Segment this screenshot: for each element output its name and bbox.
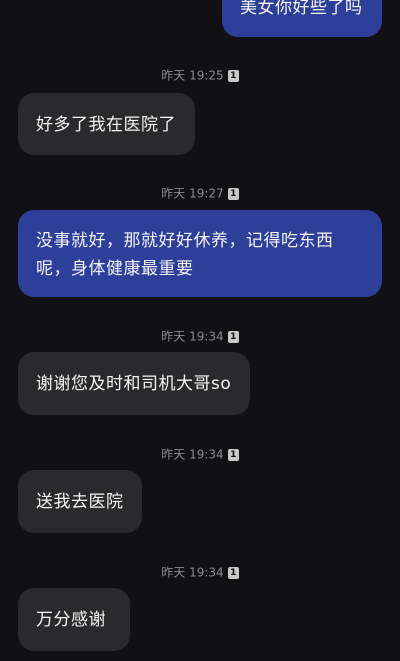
message-text: 送我去医院 xyxy=(36,492,124,512)
timestamp-text: 昨天 19:34 xyxy=(161,329,224,344)
unread-count-badge: 1 xyxy=(227,330,239,343)
message-text: 没事就好，那就好好休养，记得吃东西呢，身体健康最重要 xyxy=(36,231,334,279)
message-text: 谢谢您及时和司机大哥so xyxy=(36,374,232,394)
timestamp-text: 昨天 19:34 xyxy=(161,565,224,580)
incoming-message-bubble[interactable]: 谢谢您及时和司机大哥so xyxy=(18,352,250,415)
timestamp-text: 昨天 19:34 xyxy=(161,447,224,462)
message-timestamp: 昨天 19:25 1 xyxy=(0,67,400,83)
message-timestamp: 昨天 19:34 1 xyxy=(0,446,400,462)
outgoing-message-bubble[interactable]: 美女你好些了吗 xyxy=(222,0,382,37)
timestamp-text: 昨天 19:27 xyxy=(161,186,224,201)
message-text: 美女你好些了吗 xyxy=(240,0,363,18)
unread-count-badge: 1 xyxy=(227,69,239,82)
message-timestamp: 昨天 19:27 1 xyxy=(0,185,400,201)
message-timestamp: 昨天 19:34 1 xyxy=(0,328,400,344)
unread-count-badge: 1 xyxy=(227,566,239,579)
unread-count-badge: 1 xyxy=(227,187,239,200)
message-text: 好多了我在医院了 xyxy=(36,115,176,135)
incoming-message-bubble[interactable]: 好多了我在医院了 xyxy=(18,93,195,155)
message-text: 万分感谢 xyxy=(36,610,106,630)
outgoing-message-bubble[interactable]: 没事就好，那就好好休养，记得吃东西呢，身体健康最重要 xyxy=(18,210,382,297)
incoming-message-bubble[interactable]: 送我去医院 xyxy=(18,470,142,533)
chat-message-list[interactable]: 美女你好些了吗 昨天 19:25 1 好多了我在医院了 昨天 19:27 1 没事就… xyxy=(0,0,400,661)
timestamp-text: 昨天 19:25 xyxy=(161,68,224,83)
incoming-message-bubble[interactable]: 万分感谢 xyxy=(18,588,130,651)
unread-count-badge: 1 xyxy=(227,448,239,461)
message-timestamp: 昨天 19:34 1 xyxy=(0,564,400,580)
